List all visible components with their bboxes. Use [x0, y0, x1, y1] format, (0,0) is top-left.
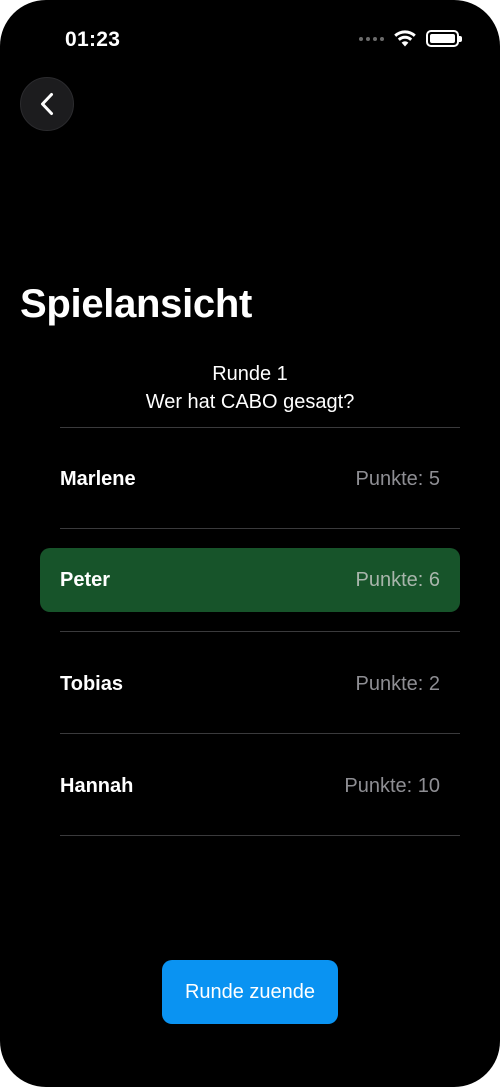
- wifi-icon: [394, 30, 416, 47]
- list-divider: [60, 427, 460, 428]
- page-title: Spielansicht: [20, 282, 253, 326]
- status-time: 01:23: [65, 28, 121, 51]
- chevron-left-icon: [41, 93, 53, 115]
- player-points: Punkte: 5: [355, 467, 440, 490]
- end-round-button[interactable]: Runde zuende: [162, 960, 338, 1024]
- cabo-question: Wer hat CABO gesagt?: [145, 391, 355, 413]
- player-row-hannah[interactable]: Hannah Punkte: 10: [40, 754, 460, 818]
- cellular-signal-icon: [359, 36, 384, 41]
- player-points: Punkte: 10: [344, 774, 440, 797]
- round-label: Runde 1: [212, 363, 288, 385]
- list-divider: [60, 631, 460, 632]
- list-divider: [60, 835, 460, 836]
- list-divider: [60, 528, 460, 529]
- player-points: Punkte: 6: [355, 568, 440, 591]
- player-name: Marlene: [60, 467, 136, 490]
- player-name: Hannah: [60, 774, 134, 797]
- player-row-marlene[interactable]: Marlene Punkte: 5: [40, 447, 460, 511]
- player-row-tobias[interactable]: Tobias Punkte: 2: [40, 652, 460, 716]
- battery-icon: [426, 30, 462, 47]
- status-indicators: [359, 30, 462, 47]
- player-name: Tobias: [60, 672, 123, 695]
- player-row-peter[interactable]: Peter Punkte: 6: [40, 548, 460, 612]
- app-screen: 01:23 Spielansicht Runde 1 Wer hat CABO …: [0, 0, 500, 1087]
- back-button[interactable]: [20, 77, 74, 131]
- player-points: Punkte: 2: [355, 672, 440, 695]
- player-name: Peter: [60, 568, 111, 591]
- list-divider: [60, 733, 460, 734]
